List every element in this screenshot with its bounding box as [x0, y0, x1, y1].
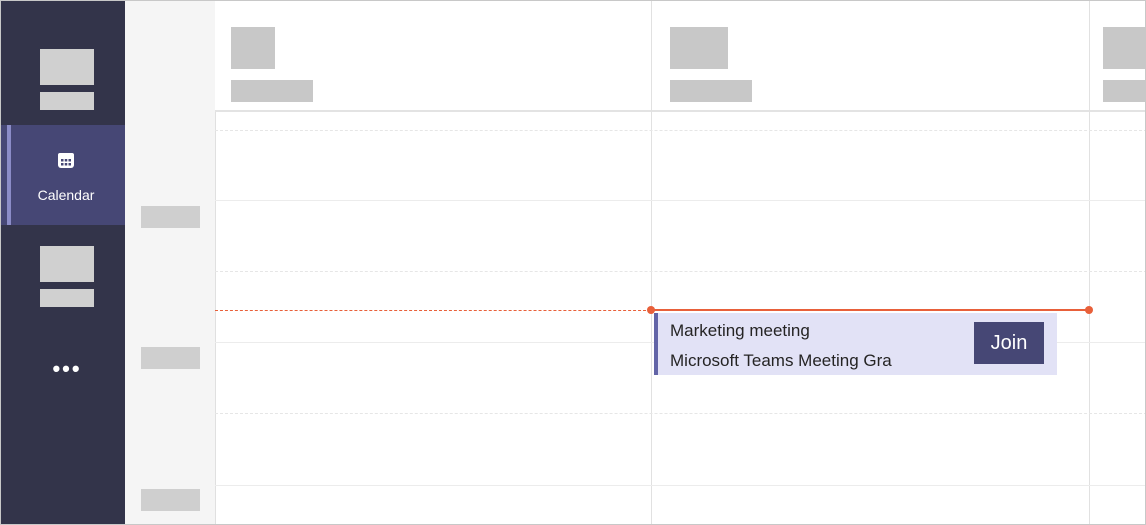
- current-time-line: [215, 310, 651, 311]
- app-bar: Calendar •••: [1, 1, 125, 524]
- app-placeholder-icon[interactable]: [40, 49, 94, 85]
- calendar-app: Calendar ••• Marketing meeting Microsoft…: [0, 0, 1146, 525]
- day-name-placeholder: [231, 80, 313, 102]
- app-placeholder-icon[interactable]: [40, 246, 94, 282]
- time-label-placeholder: [141, 347, 200, 369]
- day-name-placeholder: [670, 80, 752, 102]
- half-hour-line: [215, 271, 1145, 272]
- app-placeholder-label: [40, 92, 94, 110]
- meeting-event[interactable]: Marketing meeting Microsoft Teams Meetin…: [654, 313, 1057, 375]
- app-placeholder-label: [40, 289, 94, 307]
- time-column: [125, 1, 216, 524]
- time-label-placeholder: [141, 206, 200, 228]
- day-number-placeholder: [1103, 27, 1145, 69]
- join-button[interactable]: Join: [974, 322, 1044, 364]
- current-time-line-today: [651, 309, 1089, 311]
- day-divider: [651, 1, 652, 524]
- day-name-placeholder: [1103, 80, 1145, 102]
- half-hour-line: [215, 413, 1145, 414]
- calendar-label: Calendar: [37, 187, 95, 203]
- calendar-icon: [58, 153, 74, 168]
- hour-line: [215, 485, 1145, 486]
- active-indicator: [7, 125, 11, 225]
- meeting-subtitle: Microsoft Teams Meeting Gra: [670, 351, 892, 370]
- day-number-placeholder: [670, 27, 728, 69]
- day-number-placeholder: [231, 27, 275, 69]
- time-label-placeholder: [141, 489, 200, 511]
- more-icon[interactable]: •••: [47, 358, 87, 380]
- day-header: [215, 1, 1145, 112]
- app-bar-item-calendar[interactable]: [1, 125, 125, 225]
- current-time-dot: [1085, 306, 1093, 314]
- day-divider: [1089, 1, 1090, 524]
- hour-line: [215, 200, 1145, 201]
- half-hour-line: [215, 130, 1145, 131]
- meeting-title: Marketing meeting: [670, 321, 810, 340]
